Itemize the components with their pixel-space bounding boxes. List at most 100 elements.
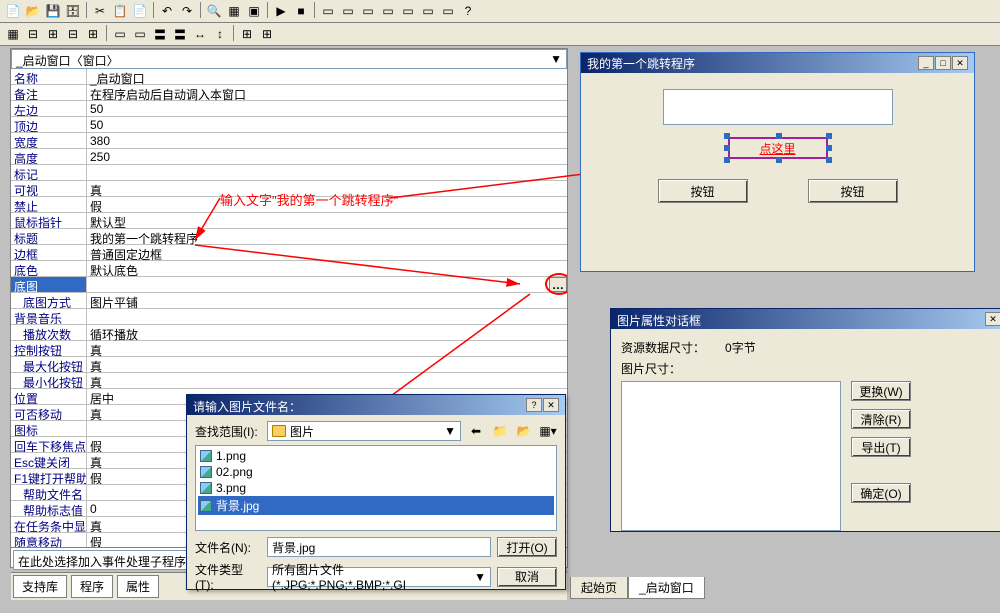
tab-props[interactable]: 属性	[117, 575, 159, 598]
file-dialog-help[interactable]: ?	[526, 398, 542, 412]
prop-row-12[interactable]: 底色默认底色	[11, 261, 567, 277]
prop-row-14[interactable]: 底图方式图片平铺	[11, 293, 567, 309]
prop-value[interactable]: 50	[87, 117, 567, 132]
toolbar-stop[interactable]: ■	[292, 2, 310, 20]
close-btn[interactable]: ✕	[952, 56, 968, 70]
prop-value[interactable]: 循环播放	[87, 325, 567, 340]
toolbar-open[interactable]: 📂	[24, 2, 42, 20]
prop-value[interactable]	[87, 165, 567, 180]
toolbar-help[interactable]: ?	[459, 2, 477, 20]
img-replace-btn[interactable]: 更换(W)	[851, 381, 911, 401]
file-dialog-close[interactable]: ✕	[543, 398, 559, 412]
prop-row-2[interactable]: 左边50	[11, 101, 567, 117]
prop-value[interactable]: 真	[87, 357, 567, 372]
prop-value[interactable]: 图片平铺	[87, 293, 567, 308]
align-3[interactable]: ⊟	[64, 25, 82, 43]
prop-row-19[interactable]: 最小化按钮真	[11, 373, 567, 389]
prop-value[interactable]: 在程序启动后自动调入本窗口	[87, 85, 567, 100]
prop-row-11[interactable]: 边框普通固定边框	[11, 245, 567, 261]
prop-value[interactable]: 默认底色	[87, 261, 567, 276]
toolbar-undo[interactable]: ↶	[158, 2, 176, 20]
align-11[interactable]: ⊞	[238, 25, 256, 43]
prop-row-5[interactable]: 高度250	[11, 149, 567, 165]
align-8[interactable]: 〓	[171, 25, 189, 43]
nav-up-icon[interactable]: 📁	[491, 422, 509, 440]
align-1[interactable]: ⊟	[24, 25, 42, 43]
img-clear-btn[interactable]: 清除(R)	[851, 409, 911, 429]
nav-new-icon[interactable]: 📂	[515, 422, 533, 440]
toolbar-cut[interactable]: ✂	[91, 2, 109, 20]
img-dialog-close[interactable]: ✕	[985, 312, 1000, 326]
prop-value[interactable]: 380	[87, 133, 567, 148]
toolbar-paste[interactable]: 📄	[131, 2, 149, 20]
design-textbox[interactable]	[663, 89, 893, 125]
toolbar-redo[interactable]: ↷	[178, 2, 196, 20]
lookin-select[interactable]: 图片 ▼	[267, 421, 461, 441]
prop-row-17[interactable]: 控制按钮真	[11, 341, 567, 357]
file-item[interactable]: 背景.jpg	[198, 496, 554, 515]
align-9[interactable]: ↔	[191, 25, 209, 43]
toolbar-i[interactable]: ▭	[439, 2, 457, 20]
tab-start[interactable]: 起始页	[570, 577, 628, 599]
filename-input[interactable]: 背景.jpg	[267, 537, 491, 557]
prop-value[interactable]: 真	[87, 373, 567, 388]
align-2[interactable]: ⊞	[44, 25, 62, 43]
prop-row-4[interactable]: 宽度380	[11, 133, 567, 149]
prop-row-0[interactable]: 名称_启动窗口	[11, 69, 567, 85]
img-ok-btn[interactable]: 确定(O)	[851, 483, 911, 503]
align-10[interactable]: ↕	[211, 25, 229, 43]
design-link-button[interactable]: 点这里	[728, 137, 828, 159]
prop-value[interactable]: _启动窗口	[87, 69, 567, 84]
nav-back-icon[interactable]: ⬅	[467, 422, 485, 440]
toolbar-f[interactable]: ▭	[379, 2, 397, 20]
toolbar-c[interactable]: ▭	[319, 2, 337, 20]
align-5[interactable]: ▭	[111, 25, 129, 43]
prop-value[interactable]	[87, 309, 567, 324]
prop-value[interactable]: 普通固定边框	[87, 245, 567, 260]
nav-view-icon[interactable]: ▦▾	[539, 422, 557, 440]
prop-row-6[interactable]: 标记	[11, 165, 567, 181]
minimize-btn[interactable]: _	[918, 56, 934, 70]
align-12[interactable]: ⊞	[258, 25, 276, 43]
file-item[interactable]: 02.png	[198, 464, 554, 480]
toolbar-find[interactable]: 🔍	[205, 2, 223, 20]
align-7[interactable]: 〓	[151, 25, 169, 43]
toolbar-e[interactable]: ▭	[359, 2, 377, 20]
toolbar-a[interactable]: ▦	[225, 2, 243, 20]
toolbar-d[interactable]: ▭	[339, 2, 357, 20]
toolbar-h[interactable]: ▭	[419, 2, 437, 20]
prop-row-9[interactable]: 鼠标指针默认型	[11, 213, 567, 229]
ellipsis-button[interactable]: …	[549, 277, 567, 292]
file-list[interactable]: 1.png02.png3.png背景.jpg	[195, 445, 557, 531]
toolbar-new[interactable]: 📄	[4, 2, 22, 20]
maximize-btn[interactable]: □	[935, 56, 951, 70]
prop-value[interactable]: …	[87, 277, 567, 292]
align-6[interactable]: ▭	[131, 25, 149, 43]
file-item[interactable]: 3.png	[198, 480, 554, 496]
prop-value[interactable]: 默认型	[87, 213, 567, 228]
tab-support[interactable]: 支持库	[13, 575, 67, 598]
design-button-2[interactable]: 按钮	[808, 179, 898, 203]
align-4[interactable]: ⊞	[84, 25, 102, 43]
prop-value[interactable]: 50	[87, 101, 567, 116]
align-left[interactable]: ▦	[4, 25, 22, 43]
prop-row-10[interactable]: 标题我的第一个跳转程序	[11, 229, 567, 245]
prop-row-16[interactable]: 播放次数循环播放	[11, 325, 567, 341]
filetype-select[interactable]: 所有图片文件 (*.JPG;*.PNG;*.BMP;*.GI▼	[267, 567, 491, 587]
toolbar-g[interactable]: ▭	[399, 2, 417, 20]
design-button-1[interactable]: 按钮	[658, 179, 748, 203]
prop-value[interactable]: 我的第一个跳转程序	[87, 229, 567, 244]
prop-row-18[interactable]: 最大化按钮真	[11, 357, 567, 373]
toolbar-save[interactable]: 💾	[44, 2, 62, 20]
toolbar-saveall[interactable]: 🗄	[64, 2, 82, 20]
toolbar-copy[interactable]: 📋	[111, 2, 129, 20]
file-item[interactable]: 1.png	[198, 448, 554, 464]
tab-program[interactable]: 程序	[71, 575, 113, 598]
prop-row-1[interactable]: 备注在程序启动后自动调入本窗口	[11, 85, 567, 101]
toolbar-b[interactable]: ▣	[245, 2, 263, 20]
prop-row-3[interactable]: 顶边50	[11, 117, 567, 133]
object-dropdown[interactable]: _启动窗口〈窗口〉 ▼	[11, 49, 567, 69]
prop-row-13[interactable]: 底图…	[11, 277, 567, 293]
prop-row-15[interactable]: 背景音乐	[11, 309, 567, 325]
img-export-btn[interactable]: 导出(T)	[851, 437, 911, 457]
